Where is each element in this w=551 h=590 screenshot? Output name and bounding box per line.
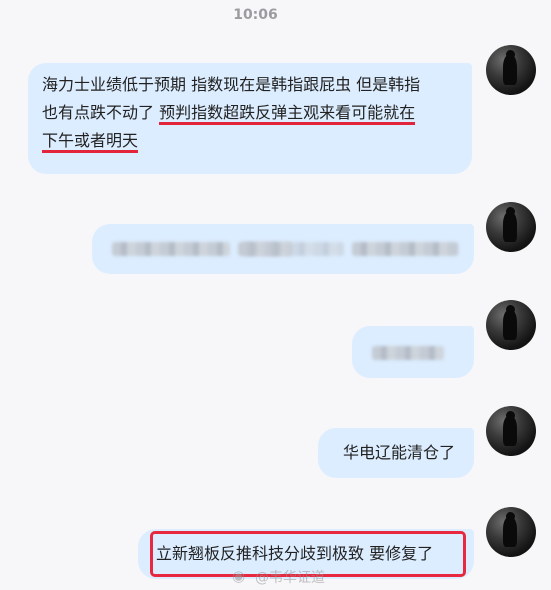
redacted-text [352,242,458,256]
redacted-text [112,242,230,256]
redacted-text [242,242,344,256]
message-bubble-redacted[interactable] [92,224,474,274]
message-text-line: 海力士业绩低于预期 指数现在是韩指跟屁虫 但是韩指 [42,75,421,94]
watermark: @韦华证道 [255,570,325,586]
avatar[interactable] [486,45,536,95]
weibo-icon: ◉ [232,567,246,585]
message-bubble[interactable]: 海力士业绩低于预期 指数现在是韩指跟屁虫 但是韩指 也有点跌不动了 预判指数超跌… [28,63,472,174]
avatar[interactable] [486,507,536,557]
message-text: 华电辽能清仓了 [343,443,456,462]
avatar[interactable] [486,300,536,350]
highlighted-text: 预判指数超跌反弹主观来看可能就在 [159,103,416,125]
message-text-plain: 也有点跌不动了 [42,103,160,122]
timestamp: 10:06 [233,7,278,23]
avatar[interactable] [486,406,536,456]
message-bubble[interactable]: 华电辽能清仓了 [318,428,474,478]
redacted-text [372,346,444,360]
message-text-line: 也有点跌不动了 预判指数超跌反弹主观来看可能就在 [42,99,458,127]
avatar[interactable] [486,202,536,252]
highlighted-text: 下午或者明天 [42,131,139,153]
message-bubble-redacted[interactable] [352,326,474,378]
message-text-line: 下午或者明天 [42,127,458,155]
